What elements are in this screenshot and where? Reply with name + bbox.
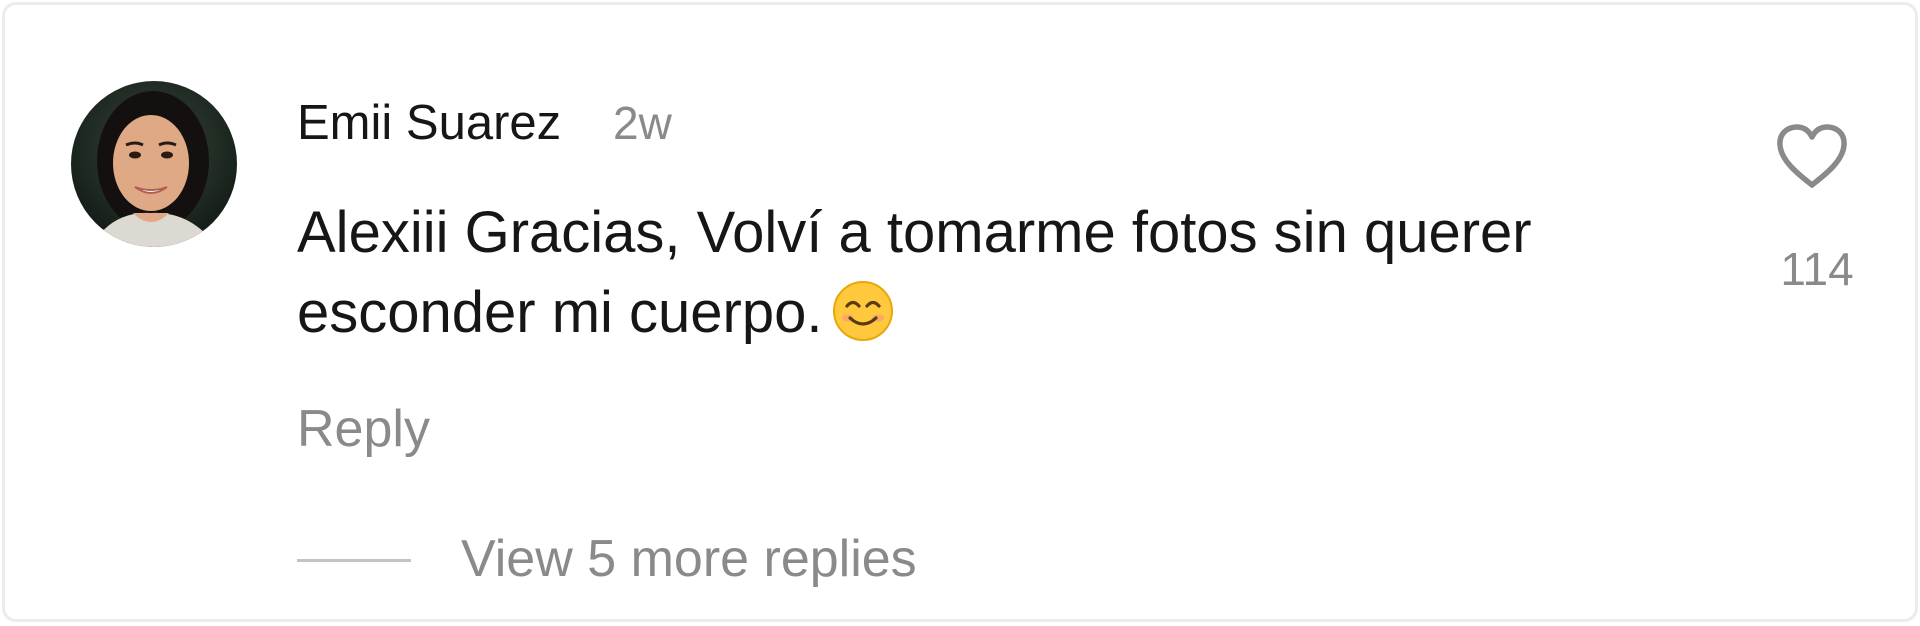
comment-text-block: Alexiii Gracias, Volví a tomarme fotos s… [297, 193, 1717, 363]
username[interactable]: Emii Suarez [297, 93, 561, 153]
avatar-photo [71, 81, 237, 247]
smiling-face-emoji [832, 280, 894, 363]
comment-text: Alexiii Gracias, Volví a tomarme fotos s… [297, 200, 1532, 345]
reply-button[interactable]: Reply [297, 397, 430, 461]
like-count: 114 [1780, 243, 1854, 295]
comment-timestamp: 2w [613, 97, 672, 149]
replies-divider [297, 559, 411, 562]
heart-outline-icon [1777, 124, 1847, 188]
comment-card: Emii Suarez 2w Alexiii Gracias, Volví a … [2, 2, 1918, 622]
view-more-replies-button[interactable]: View 5 more replies [461, 527, 917, 591]
like-button[interactable] [1775, 123, 1849, 191]
avatar[interactable] [71, 81, 237, 247]
